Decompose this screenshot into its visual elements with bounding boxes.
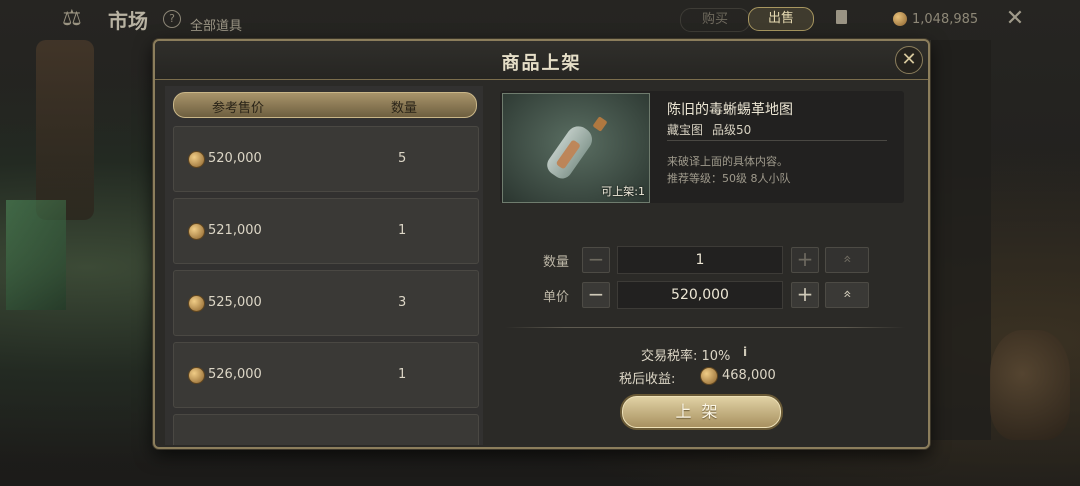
item-thumbnail[interactable]: 可上架:1 xyxy=(502,93,650,203)
item-name: 陈旧的毒蜥蜴革地图 xyxy=(667,102,793,118)
market-topbar: ⚖ 市场 ? 全部道具 购买 出售 1,048,985 ✕ xyxy=(0,0,1080,38)
market-close-icon[interactable]: ✕ xyxy=(1000,6,1030,32)
price-minus-button[interactable]: − xyxy=(582,282,610,308)
qty-label: 数量 xyxy=(543,255,570,270)
item-description: 来破译上面的具体内容。 xyxy=(667,155,788,168)
row-price: 525,000 xyxy=(208,295,262,310)
help-icon[interactable]: ? xyxy=(163,10,181,28)
tax-rate: 交易税率: 10% xyxy=(641,349,731,364)
item-info-card: 可上架:1 陈旧的毒蜥蜴革地图 藏宝图 品级50 来破译上面的具体内容。 推荐等… xyxy=(500,91,904,203)
table-row[interactable]: 521,000 1 xyxy=(173,198,479,264)
qty-minus-button[interactable]: − xyxy=(582,247,610,273)
table-row[interactable]: 525,000 3 xyxy=(173,270,479,336)
qty-max-button[interactable]: » xyxy=(825,247,869,273)
row-qty: 5 xyxy=(398,151,407,166)
coin-icon xyxy=(700,367,718,385)
row-price: 520,000 xyxy=(208,151,262,166)
tab-sell[interactable]: 出售 xyxy=(748,7,814,31)
coin-icon xyxy=(188,151,205,168)
divider xyxy=(505,327,905,328)
background-lamp xyxy=(36,40,94,220)
background-sack xyxy=(990,330,1070,440)
row-qty: 1 xyxy=(398,223,407,238)
income-value: 468,000 xyxy=(722,368,776,383)
item-type: 藏宝图 xyxy=(667,123,704,137)
divider xyxy=(667,140,887,141)
table-row[interactable]: 520,000 5 xyxy=(173,126,479,192)
market-title: 市场 xyxy=(108,9,148,33)
table-row[interactable]: 526,000 1 xyxy=(173,342,479,408)
scale-icon: ⚖ xyxy=(62,6,82,31)
table-header: 参考售价 数量 xyxy=(173,92,477,118)
recommended-level: 推荐等级：50级 8人小队 xyxy=(667,172,791,185)
list-item-dialog: 商品上架 ✕ 参考售价 数量 520,000 5 521,000 1 525,0… xyxy=(153,39,930,449)
dialog-title: 商品上架 xyxy=(501,53,582,74)
tab-buy[interactable]: 购买 xyxy=(680,8,750,32)
list-item-button[interactable]: 上架 xyxy=(622,396,781,428)
listable-count: 可上架:1 xyxy=(601,185,645,198)
item-grade: 品级50 xyxy=(712,123,752,137)
info-icon[interactable]: i xyxy=(743,345,747,359)
income-label: 税后收益: xyxy=(619,372,676,387)
row-qty: 3 xyxy=(398,295,407,310)
dialog-close-button[interactable]: ✕ xyxy=(895,46,923,74)
row-price: 521,000 xyxy=(208,223,262,238)
price-plus-button[interactable]: + xyxy=(791,282,819,308)
bottle-icon xyxy=(543,121,597,183)
cork-icon xyxy=(592,116,608,132)
document-icon[interactable] xyxy=(836,10,847,24)
row-price: 526,000 xyxy=(208,367,262,382)
header-qty: 数量 xyxy=(391,101,418,116)
row-qty: 1 xyxy=(398,367,407,382)
table-row[interactable] xyxy=(173,414,479,445)
category-filter[interactable]: 全部道具 xyxy=(190,15,242,34)
background-shelf xyxy=(930,40,991,440)
background-window xyxy=(6,200,66,310)
qty-plus-button[interactable]: + xyxy=(791,247,819,273)
price-label: 单价 xyxy=(543,290,570,305)
coin-icon xyxy=(188,367,205,384)
double-chevron-up-icon: » xyxy=(838,254,855,264)
reference-price-panel: 参考售价 数量 520,000 5 521,000 1 525,000 3 52… xyxy=(165,86,483,445)
double-chevron-up-icon: » xyxy=(838,289,855,299)
gold-coin-icon xyxy=(893,12,907,26)
coin-icon xyxy=(188,295,205,312)
qty-input[interactable]: 1 xyxy=(617,246,783,274)
price-input[interactable]: 520,000 xyxy=(617,281,783,309)
gold-balance: 1,048,985 xyxy=(912,12,979,27)
header-price: 参考售价 xyxy=(212,101,265,116)
coin-icon xyxy=(188,223,205,240)
dialog-header: 商品上架 ✕ xyxy=(155,41,928,80)
price-max-button[interactable]: » xyxy=(825,282,869,308)
